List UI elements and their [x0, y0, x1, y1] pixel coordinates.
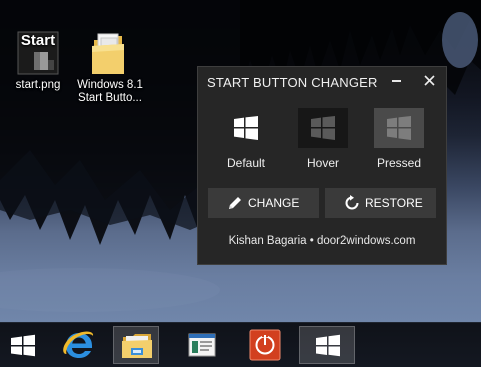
state-pressed-preview	[374, 108, 424, 148]
windows-logo-icon	[387, 116, 411, 140]
window-title: START BUTTON CHANGER	[207, 75, 378, 90]
thumb-text: Start	[20, 32, 56, 49]
restore-button[interactable]: RESTORE	[325, 188, 436, 218]
minimize-button[interactable]	[392, 80, 401, 82]
credit-link[interactable]: Kishan Bagaria • door2windows.com	[198, 235, 446, 247]
windows-logo-icon	[234, 116, 258, 140]
ie-icon	[63, 331, 94, 358]
state-hover-preview	[298, 108, 348, 148]
close-button[interactable]	[421, 71, 439, 89]
state-pressed[interactable]: Pressed	[361, 108, 437, 170]
desktop-icon-label: Windows 8.1 Start Butto...	[72, 79, 148, 105]
windows-logo-icon	[316, 334, 340, 357]
change-button[interactable]: CHANGE	[208, 188, 319, 218]
restore-icon	[345, 195, 359, 210]
state-label: Hover	[306, 156, 339, 170]
taskbar-file-explorer[interactable]	[113, 326, 159, 364]
change-label: CHANGE	[248, 196, 300, 210]
state-label: Pressed	[376, 156, 422, 170]
power-icon	[249, 329, 281, 361]
window-icon	[188, 333, 216, 357]
desktop-icon-start-png[interactable]: Start start.png	[0, 30, 76, 92]
folder-icon	[122, 334, 152, 358]
pencil-icon	[229, 197, 241, 209]
state-default[interactable]: Default	[208, 108, 284, 170]
taskbar	[0, 322, 481, 367]
windows-logo-icon	[11, 334, 35, 357]
state-label: Default	[226, 156, 266, 170]
taskbar-internet-explorer[interactable]	[57, 326, 101, 364]
label-line-1: Windows 8.1	[77, 79, 143, 91]
label-line-2: Start Butto...	[78, 92, 142, 104]
taskbar-start-button[interactable]	[1, 326, 45, 364]
start-button-changer-window: START BUTTON CHANGER Default Hover Press…	[197, 66, 447, 265]
state-hover[interactable]: Hover	[285, 108, 361, 170]
taskbar-window-app[interactable]	[180, 326, 224, 364]
desktop-icon-label: start.png	[15, 79, 61, 91]
restore-label: RESTORE	[365, 196, 423, 210]
taskbar-power-app[interactable]	[243, 326, 287, 364]
folder-icon	[92, 33, 124, 74]
close-icon	[424, 75, 435, 86]
desktop: Start start.png Windows 8.1 Start Butto.…	[0, 0, 481, 322]
desktop-icon-windows-folder[interactable]: Windows 8.1 Start Butto...	[72, 30, 148, 105]
windows-logo-icon	[311, 116, 335, 140]
taskbar-start-button-changer[interactable]	[299, 326, 355, 364]
state-default-preview	[221, 108, 271, 148]
